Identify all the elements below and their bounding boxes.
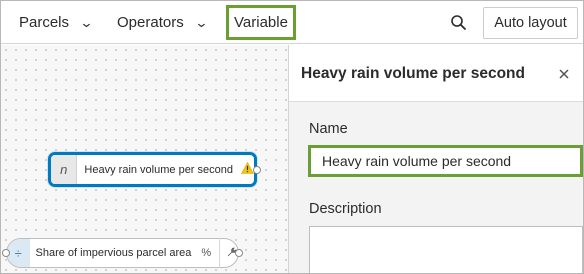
toolbar: Parcels ⌄ Operators ⌄ Variable Auto layo… xyxy=(1,1,583,44)
description-label: Description xyxy=(309,201,382,217)
divide-icon: ÷ xyxy=(7,239,30,267)
properties-panel: Heavy rain volume per second Name Heavy … xyxy=(288,45,583,273)
chevron-down-icon: ⌄ xyxy=(79,14,94,30)
search-icon[interactable] xyxy=(447,11,471,35)
divider xyxy=(219,238,220,268)
parcels-menu[interactable]: Parcels ⌄ xyxy=(19,1,94,44)
operator-node-label: Share of impervious parcel area xyxy=(35,247,192,259)
name-field[interactable]: Heavy rain volume per second xyxy=(308,145,583,177)
unit-label: % xyxy=(201,247,212,259)
output-port[interactable] xyxy=(253,166,261,174)
panel-title: Heavy rain volume per second xyxy=(301,65,525,82)
variable-button-label: Variable xyxy=(234,14,288,31)
operators-menu[interactable]: Operators ⌄ xyxy=(117,1,209,44)
model-builder-window: Parcels ⌄ Operators ⌄ Variable Auto layo… xyxy=(0,0,584,274)
variable-node[interactable]: n Heavy rain volume per second xyxy=(48,152,261,187)
model-canvas[interactable]: n Heavy rain volume per second ÷ Share o… xyxy=(1,45,288,273)
parcels-menu-label: Parcels xyxy=(19,14,70,31)
description-field[interactable] xyxy=(309,226,583,273)
output-port[interactable] xyxy=(235,249,243,257)
name-label: Name xyxy=(309,121,348,137)
auto-layout-button[interactable]: Auto layout xyxy=(483,7,578,39)
chevron-down-icon: ⌄ xyxy=(194,14,209,30)
variable-button[interactable]: Variable xyxy=(226,5,296,40)
variable-icon: n xyxy=(51,155,78,184)
variable-node-label: Heavy rain volume per second xyxy=(84,163,233,176)
operators-menu-label: Operators xyxy=(117,14,184,31)
close-icon[interactable] xyxy=(557,67,571,81)
operator-node[interactable]: ÷ Share of impervious parcel area % xyxy=(2,238,243,268)
panel-header: Heavy rain volume per second xyxy=(289,45,583,102)
input-port[interactable] xyxy=(2,249,10,257)
